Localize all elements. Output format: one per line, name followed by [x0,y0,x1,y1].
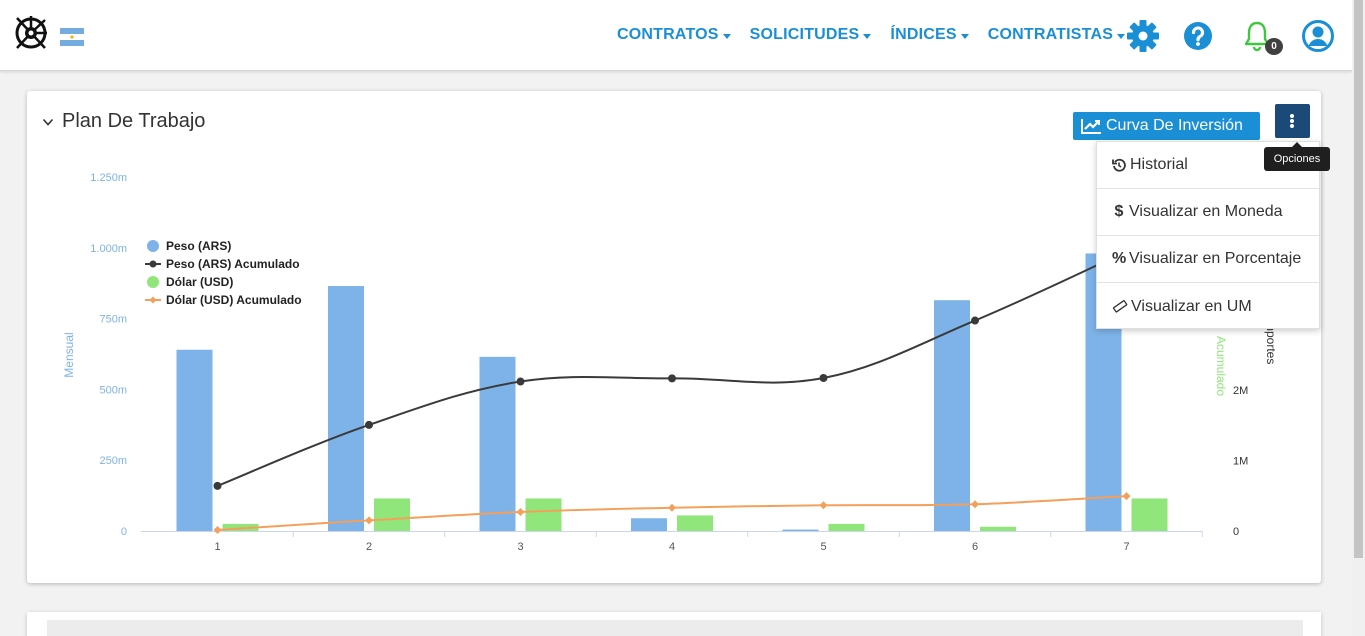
menu-item-visualizar-um[interactable]: Visualizar en UM [1097,283,1319,330]
argentina-flag-icon[interactable] [60,28,84,46]
caret-down-icon [1117,33,1126,39]
next-card [27,612,1321,636]
curva-de-inversion-button[interactable]: Curva De Inversión [1073,112,1260,140]
top-navbar: CONTRATOS SOLICITUDES ÍNDICES CONTRATIST… [0,0,1352,71]
history-icon [1112,158,1126,172]
logo-icon[interactable] [13,14,49,52]
kebab-menu-icon [1290,114,1294,118]
menu-item-visualizar-porcentaje[interactable]: % Visualizar en Porcentaje [1097,236,1319,283]
caret-down-icon [722,33,731,39]
gear-icon[interactable] [1126,19,1160,53]
line-chart-icon [1081,119,1101,134]
nav-contratistas[interactable]: CONTRATISTAS [987,26,1126,44]
page-scrollbar[interactable] [1352,0,1365,636]
menu-item-label: Visualizar en Porcentaje [1129,250,1302,267]
nav-solicitudes-label: SOLICITUDES [749,26,860,43]
menu-item-label: Visualizar en Moneda [1129,203,1283,220]
options-tooltip: Opciones [1264,142,1330,171]
caret-down-icon [960,33,969,39]
main-nav: CONTRATOS SOLICITUDES ÍNDICES CONTRATIST… [617,26,1144,44]
curva-button-label: Curva De Inversión [1106,117,1243,134]
scrollbar-thumb[interactable] [1354,0,1363,558]
help-icon[interactable] [1181,19,1215,53]
menu-item-label: Historial [1130,156,1188,173]
menu-item-visualizar-moneda[interactable]: $ Visualizar en Moneda [1097,189,1319,236]
chevron-down-icon[interactable] [42,116,54,128]
user-avatar-icon[interactable] [1301,19,1335,53]
card-title: Plan De Trabajo [62,110,206,132]
nav-contratos[interactable]: CONTRATOS [617,26,731,44]
options-button[interactable] [1275,104,1310,138]
kebab-menu-icon [1290,119,1294,123]
nav-contratos-label: CONTRATOS [617,26,719,43]
notification-badge: 0 [1265,38,1283,55]
nav-indices[interactable]: ÍNDICES [890,26,969,44]
nav-indices-label: ÍNDICES [890,26,957,43]
nav-contratistas-label: CONTRATISTAS [987,26,1114,43]
ruler-icon [1112,299,1128,313]
dollar-icon: $ [1114,203,1124,220]
nav-solicitudes[interactable]: SOLICITUDES [750,26,872,44]
card-header[interactable]: Plan De Trabajo [42,110,205,133]
caret-down-icon [863,33,872,39]
kebab-menu-icon [1290,124,1294,128]
menu-item-label: Visualizar en UM [1131,297,1252,315]
table-header-strip [47,620,1303,636]
percent-icon: % [1112,250,1127,267]
